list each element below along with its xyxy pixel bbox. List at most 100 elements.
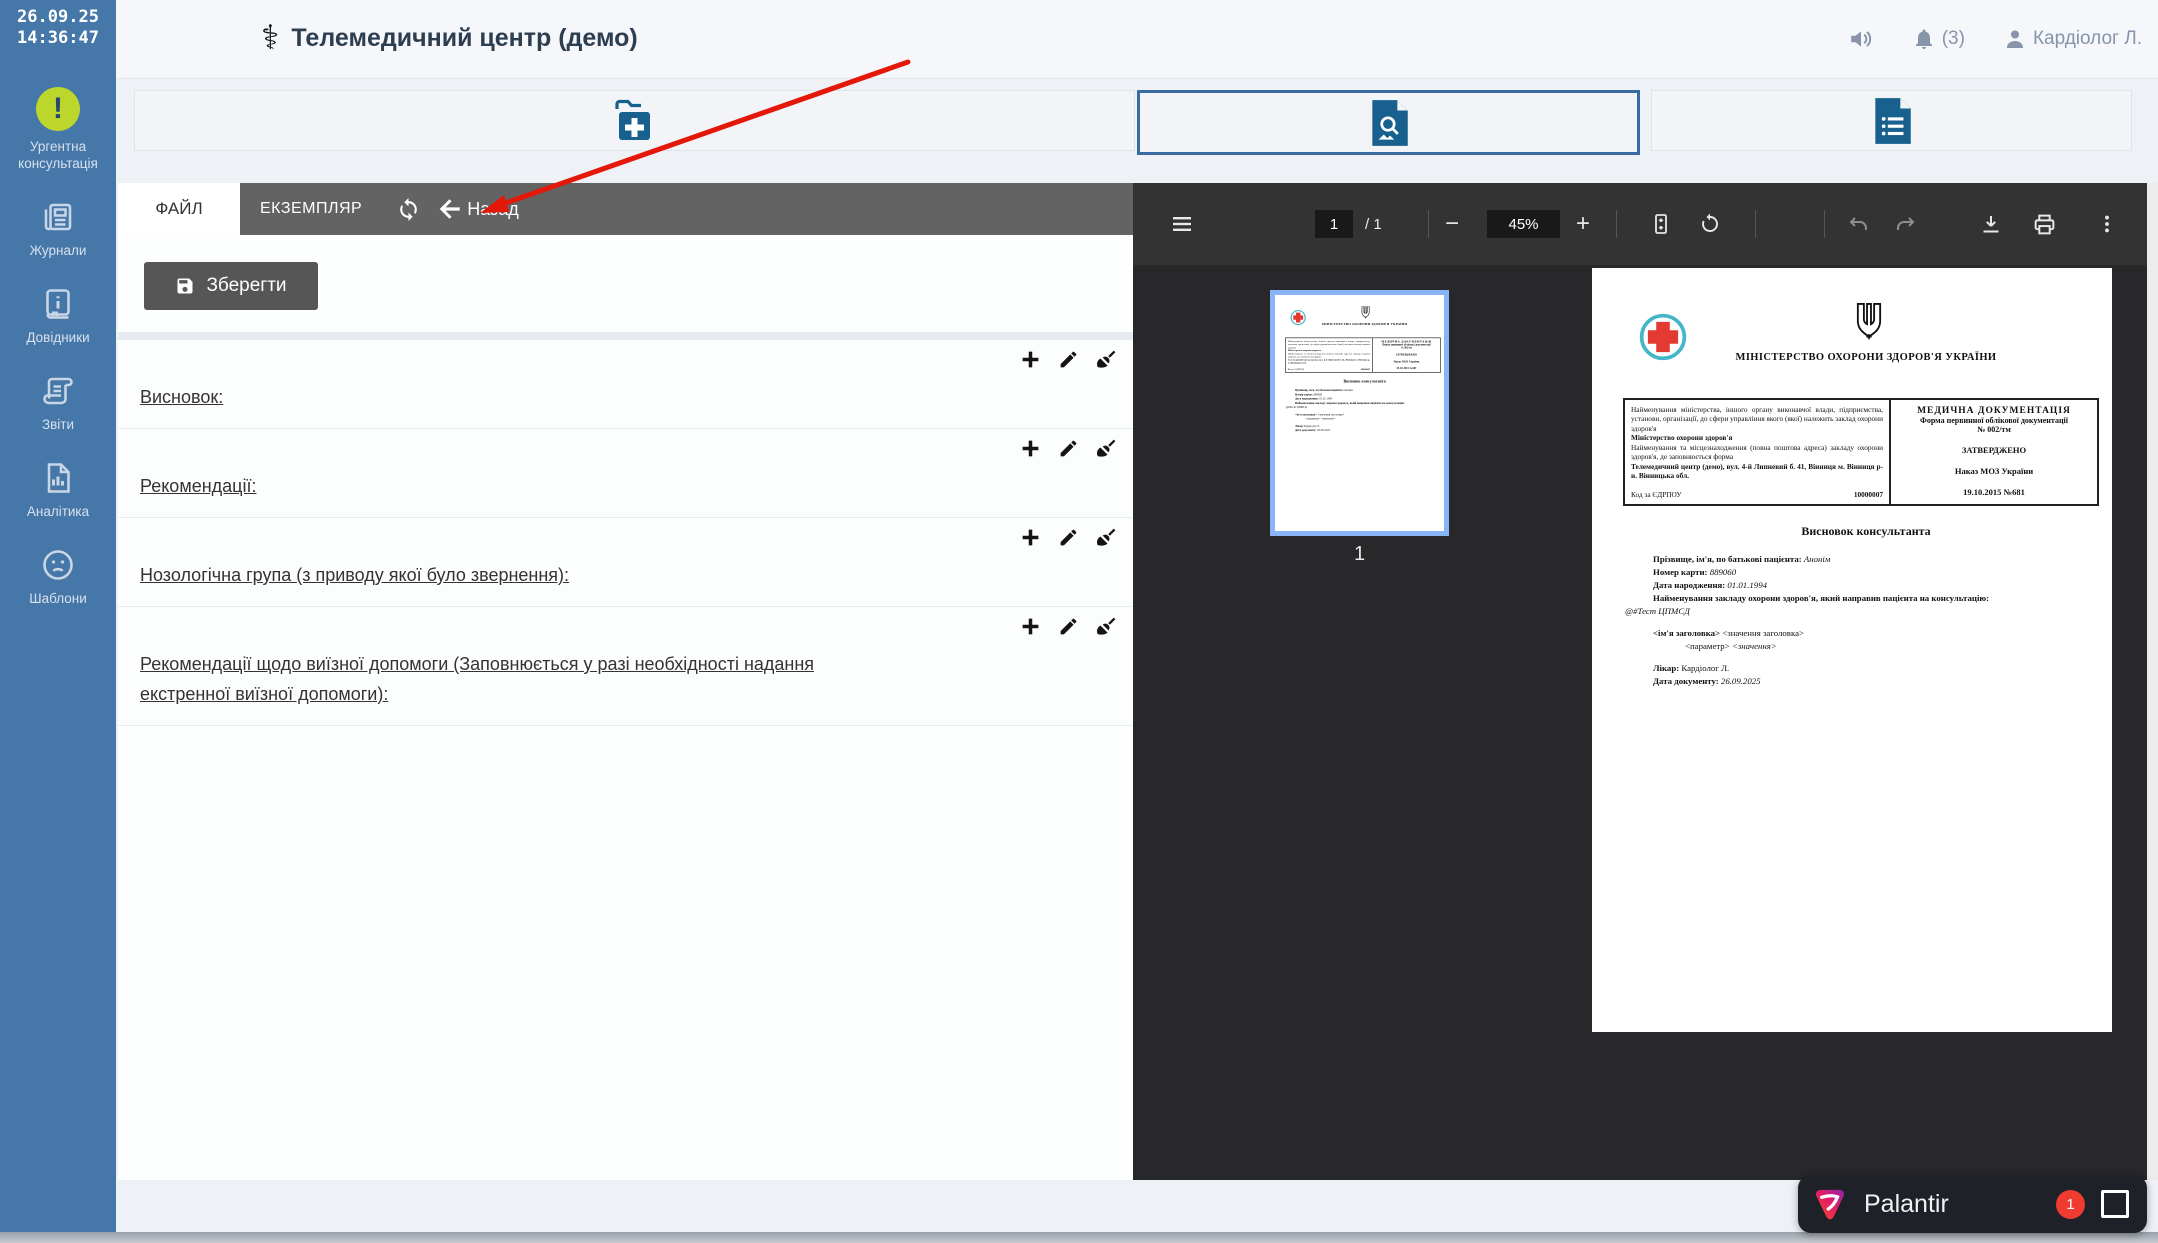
zoom-level-input[interactable]: 45%	[1487, 183, 1560, 265]
redo-button[interactable]	[1893, 183, 1917, 265]
app-window: 26.09.25 14:36:47 ! Ургентна консультаці…	[0, 0, 2158, 1243]
doc-info-table: Найменування міністерства, іншого органу…	[1285, 338, 1441, 373]
document-preview-search-icon	[1366, 98, 1412, 148]
refresh-button[interactable]	[396, 197, 421, 222]
edit-pencil-button[interactable]	[1058, 438, 1079, 460]
print-button[interactable]	[2032, 183, 2057, 265]
edit-pencil-button[interactable]	[1058, 349, 1079, 371]
clear-broom-button[interactable]	[1096, 349, 1117, 371]
back-arrow-icon	[437, 196, 463, 222]
add-button[interactable]	[1020, 349, 1041, 371]
add-button[interactable]	[1020, 527, 1041, 549]
sidebar-item-directories[interactable]: Довідники	[26, 286, 89, 346]
undo-button[interactable]	[1847, 183, 1871, 265]
clear-broom-button[interactable]	[1096, 438, 1117, 460]
urgent-exclamation-icon: !	[36, 87, 80, 131]
notifications-button[interactable]: (3)	[1912, 27, 1965, 51]
download-button[interactable]	[1979, 183, 2003, 265]
edit-pencil-button[interactable]	[1058, 527, 1079, 549]
doc-body: Прізвище, ім'я, по батькові пацієнта: Ан…	[1625, 553, 2087, 688]
app-title: Телемедичний центр (демо)	[291, 24, 637, 53]
fit-page-button[interactable]	[1649, 183, 1673, 265]
clock-time: 14:36:47	[2, 28, 114, 49]
file-toolbar: ФАЙЛ ЕКЗЕМПЛЯР Назад	[118, 183, 1133, 235]
section-title: Висновок:	[140, 382, 1117, 412]
doc-ministry-title: МІНІСТЕРСТВО ОХОРОНИ ЗДОРОВ'Я УКРАЇНИ	[1592, 352, 2112, 363]
sidebar-item-reports[interactable]: Звіти	[40, 373, 76, 433]
tab-new-case[interactable]	[134, 90, 1135, 151]
pdf-menu-button[interactable]	[1170, 183, 1194, 265]
clear-broom-button[interactable]	[1096, 616, 1117, 638]
zoom-out-button[interactable]: −	[1445, 183, 1459, 265]
sidebar-item-label: Шаблони	[29, 590, 87, 607]
save-button[interactable]: Зберегти	[144, 262, 318, 310]
sidebar-item-analytics[interactable]: Аналітика	[27, 460, 89, 520]
rotate-icon	[1698, 212, 1722, 236]
back-label: Назад	[467, 199, 519, 220]
palantir-name: Palantir	[1864, 1190, 2056, 1219]
clock: 26.09.25 14:36:47	[0, 0, 116, 49]
hamburger-menu-icon	[1170, 212, 1194, 236]
edit-pencil-button[interactable]	[1058, 616, 1079, 638]
add-button[interactable]	[1020, 616, 1041, 638]
sidebar-item-journals[interactable]: Журнали	[30, 199, 87, 259]
section-title: Рекомендації щодо виїзної допомоги (Запо…	[140, 649, 860, 709]
header: ⚕ Телемедичний центр (демо) (3)	[116, 0, 2158, 79]
palantir-badge: 1	[2056, 1190, 2085, 1219]
doc-title: Висновок консультанта	[1592, 524, 2112, 539]
clock-date: 26.09.25	[2, 7, 114, 28]
pdf-page: МІНІСТЕРСТВО ОХОРОНИ ЗДОРОВ'Я УКРАЇНИ На…	[1592, 268, 2112, 1032]
user-menu[interactable]: Кардіолог Л.	[2003, 27, 2142, 51]
sidebar-item-urgent-consultation[interactable]: ! Ургентна консультація	[18, 87, 98, 172]
toolbar-separator	[1616, 210, 1617, 238]
palantir-widget[interactable]: Palantir 1	[1798, 1175, 2147, 1233]
palantir-logo-icon	[1810, 1184, 1850, 1224]
sidebar-item-label: Ургентна консультація	[18, 138, 98, 172]
tab-document-preview[interactable]	[1137, 90, 1640, 155]
thumbnail-page-number: 1	[1270, 543, 1449, 566]
sidebar-item-label: Журнали	[30, 242, 87, 259]
form-sections: Висновок: Рекомендації: Нозологічна груп…	[118, 340, 1133, 726]
document-thumbnail: МІНІСТЕРСТВО ОХОРОНИ ЗДОРОВ'Я УКРАЇНИ На…	[1275, 295, 1445, 536]
pdf-thumbnail-page-1[interactable]: МІНІСТЕРСТВО ОХОРОНИ ЗДОРОВ'Я УКРАЇНИ На…	[1270, 290, 1449, 536]
bell-icon	[1912, 27, 1936, 51]
save-label: Зберегти	[206, 275, 286, 297]
bottom-edge-strip	[0, 1232, 2158, 1243]
toolbar-separator	[1428, 210, 1429, 238]
doc-info-table: Найменування міністерства, іншого органу…	[1623, 398, 2099, 506]
trident-emblem-icon	[1853, 302, 1885, 344]
pdf-page-input[interactable]: 1	[1315, 183, 1353, 265]
trident-emblem-icon	[1360, 306, 1370, 320]
back-button[interactable]: Назад	[437, 196, 519, 222]
palantir-window-button[interactable]	[2101, 1190, 2129, 1218]
volume-icon	[1848, 26, 1874, 52]
tab-document-details[interactable]	[1651, 90, 2132, 151]
form-panel: Зберегти Висновок: Рекомендації:	[118, 235, 1133, 1181]
redo-icon	[1893, 212, 1917, 236]
volume-button[interactable]	[1848, 26, 1874, 52]
panel-divider	[118, 332, 1133, 340]
tab-file[interactable]: ФАЙЛ	[118, 183, 240, 235]
undo-icon	[1847, 212, 1871, 236]
add-button[interactable]	[1020, 438, 1041, 460]
print-icon	[2032, 212, 2057, 237]
annotate-button[interactable]	[1778, 183, 1804, 265]
caduceus-icon: ⚕	[261, 20, 279, 56]
templates-face-icon	[40, 547, 76, 583]
doc-title: Висновок консультанта	[1275, 379, 1445, 384]
sidebar-item-templates[interactable]: Шаблони	[29, 547, 87, 607]
reports-scroll-icon	[40, 373, 76, 409]
sidebar-item-label: Звіти	[42, 416, 74, 433]
clear-broom-button[interactable]	[1096, 527, 1117, 549]
section-title: Нозологічна група (з приводу якої було з…	[140, 560, 1117, 590]
pdf-toolbar: 1 / 1 − 45% +	[1133, 183, 2158, 265]
pdf-scrollbar[interactable]	[2147, 183, 2158, 1180]
document-details-list-icon	[1869, 96, 1915, 146]
save-floppy-icon	[175, 276, 195, 296]
form-section-recommendations: Рекомендації:	[118, 429, 1133, 518]
zoom-in-button[interactable]: +	[1576, 183, 1590, 265]
tab-instance[interactable]: ЕКЗЕМПЛЯР	[240, 200, 382, 218]
more-options-button[interactable]	[2096, 183, 2118, 265]
rotate-button[interactable]	[1698, 183, 1722, 265]
user-name: Кардіолог Л.	[2033, 28, 2142, 50]
